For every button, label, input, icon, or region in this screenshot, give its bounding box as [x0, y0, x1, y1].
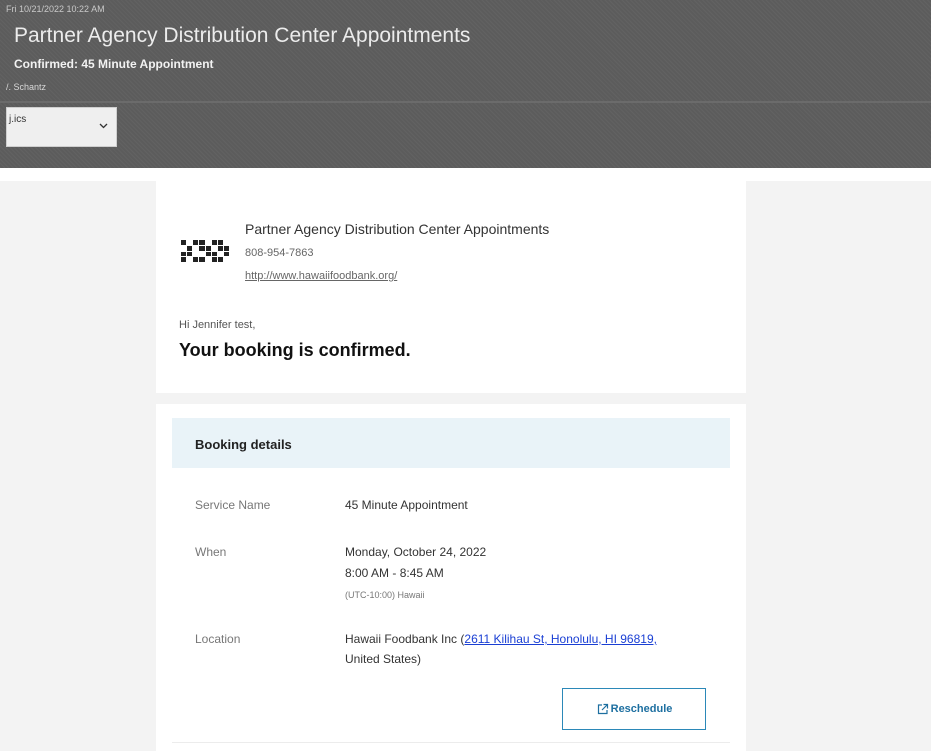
message-header: Fri 10/21/2022 10:22 AM Partner Agency D… [0, 0, 931, 168]
header-divider [0, 101, 931, 103]
message-date: Fri 10/21/2022 10:22 AM [6, 4, 105, 14]
attachment-chip[interactable]: j.ics [6, 107, 117, 147]
when-time: 8:00 AM - 8:45 AM [345, 566, 444, 580]
location-name: Hawaii Foodbank Inc ( [345, 632, 465, 646]
location-country: United States) [345, 652, 422, 666]
location-label: Location [195, 632, 241, 646]
message-title: Partner Agency Distribution Center Appoi… [14, 24, 471, 47]
qr-logo-icon [181, 240, 229, 262]
organization-name: Partner Agency Distribution Center Appoi… [245, 221, 550, 237]
organization-phone: 808-954-7863 [245, 247, 314, 259]
when-date: Monday, October 24, 2022 [345, 545, 487, 559]
organization-website-link[interactable]: http://www.hawaiifoodbank.org/ [245, 270, 397, 282]
confirmation-heading: Your booking is confirmed. [179, 340, 411, 360]
chevron-down-icon[interactable] [99, 120, 108, 132]
booking-details-title: Booking details [195, 437, 292, 452]
message-subject: Confirmed: 45 Minute Appointment [14, 57, 214, 71]
location-line: Hawaii Foodbank Inc (2611 Kilihau St, Ho… [345, 632, 657, 646]
service-name-label: Service Name [195, 498, 271, 512]
reschedule-label: Reschedule [610, 703, 673, 715]
organization-card [156, 181, 746, 393]
service-name-value: 45 Minute Appointment [345, 498, 468, 512]
when-label: When [195, 545, 227, 559]
location-address-link[interactable]: 2611 Kilihau St, Honolulu, HI 96819, [464, 632, 657, 646]
external-link-icon [596, 703, 609, 716]
attachment-name: j.ics [9, 114, 27, 125]
message-sender: /. Schantz [6, 82, 47, 92]
when-timezone: (UTC-10:00) Hawaii [345, 590, 425, 600]
reschedule-button[interactable]: Reschedule [562, 688, 706, 730]
greeting-text: Hi Jennifer test, [179, 319, 256, 331]
